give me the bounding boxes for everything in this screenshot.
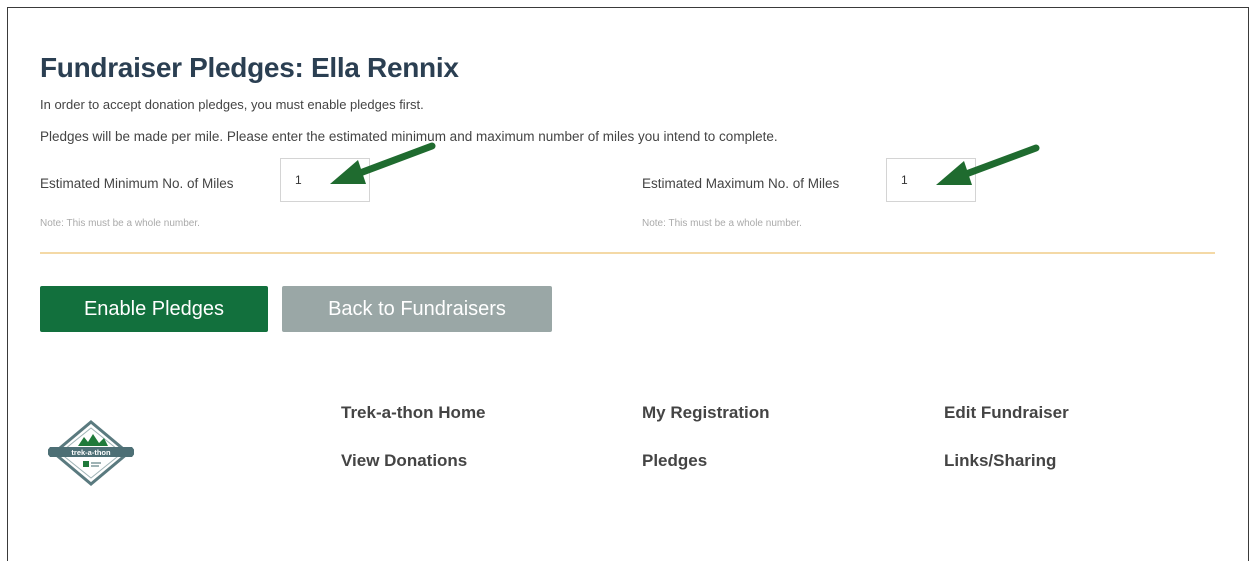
intro-text: In order to accept donation pledges, you… bbox=[40, 97, 424, 112]
annotation-arrow-icon bbox=[936, 144, 1040, 185]
min-miles-label: Estimated Minimum No. of Miles bbox=[40, 176, 234, 191]
content-frame bbox=[7, 7, 1249, 561]
max-miles-note: Note: This must be a whole number. bbox=[642, 218, 802, 229]
footer-link-my-registration[interactable]: My Registration bbox=[642, 403, 770, 423]
footer-link-pledges[interactable]: Pledges bbox=[642, 451, 707, 471]
annotation-arrow-icon bbox=[330, 142, 436, 184]
trek-a-thon-logo-icon: trek-a-thon bbox=[48, 420, 134, 486]
footer-link-links-sharing[interactable]: Links/Sharing bbox=[944, 451, 1056, 471]
max-miles-label: Estimated Maximum No. of Miles bbox=[642, 176, 840, 191]
min-miles-note: Note: This must be a whole number. bbox=[40, 218, 200, 229]
footer-link-view-donations[interactable]: View Donations bbox=[341, 451, 467, 471]
enable-pledges-button[interactable]: Enable Pledges bbox=[40, 286, 268, 332]
page-title: Fundraiser Pledges: Ella Rennix bbox=[40, 52, 459, 83]
footer-link-edit-fundraiser[interactable]: Edit Fundraiser bbox=[944, 403, 1069, 423]
section-divider bbox=[40, 252, 1215, 254]
footer-link-trek-a-thon-home[interactable]: Trek-a-thon Home bbox=[341, 403, 486, 423]
back-to-fundraisers-button[interactable]: Back to Fundraisers bbox=[282, 286, 552, 332]
logo-text: trek-a-thon bbox=[71, 448, 111, 457]
